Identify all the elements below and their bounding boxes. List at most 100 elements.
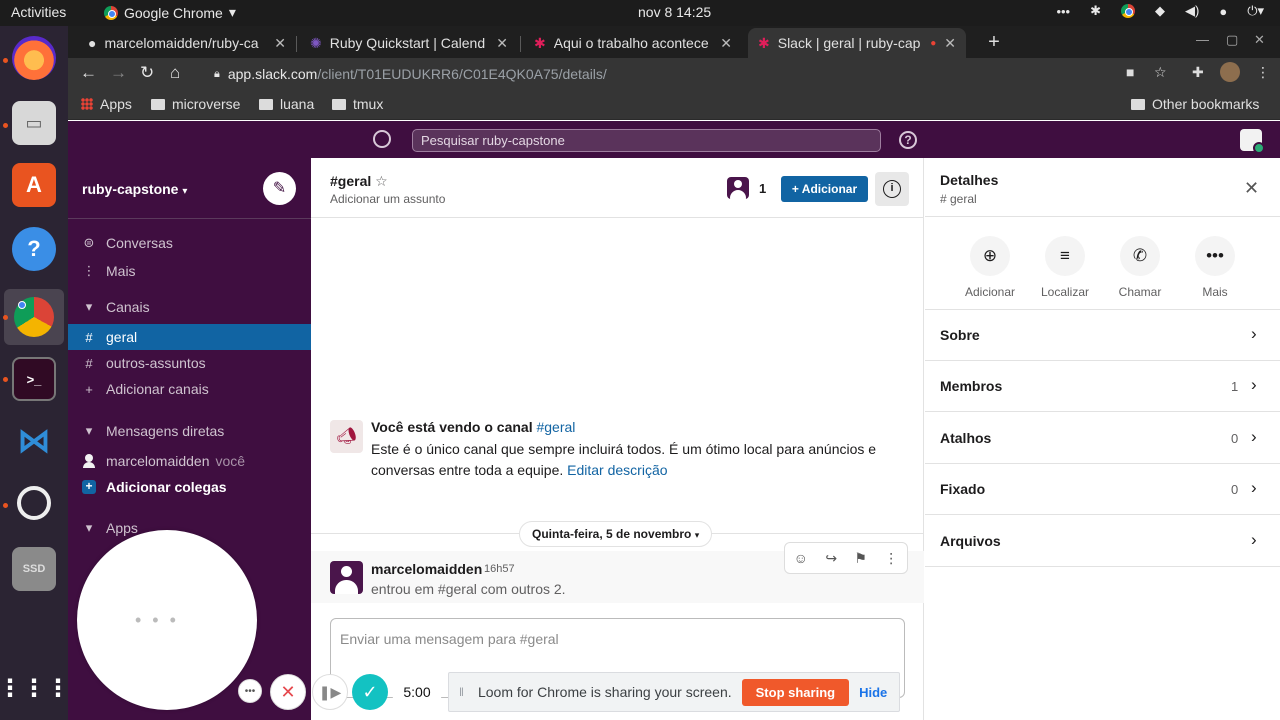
terminal-icon[interactable]: >_ <box>12 357 56 401</box>
sidebar-item-outros-assuntos[interactable]: # outros-assuntos <box>68 350 311 376</box>
activities-button[interactable]: Activities <box>11 4 66 20</box>
help-icon[interactable]: ? <box>12 227 56 271</box>
more-actions-icon[interactable]: ⋮ <box>884 550 898 567</box>
chrome-menu-icon[interactable]: ⋮ <box>1256 64 1270 81</box>
edit-description-link[interactable]: Editar descrição <box>567 462 667 478</box>
obs-icon[interactable] <box>12 481 56 525</box>
home-icon[interactable]: ⌂ <box>170 63 180 83</box>
sidebar-item-conversas[interactable]: ⊜ Conversas <box>68 230 311 256</box>
sidebar-item-mais[interactable]: ⋮ Mais <box>68 258 311 284</box>
files-icon[interactable]: ▭ <box>12 101 56 145</box>
channels-section-header[interactable]: ▾ Canais <box>68 294 311 320</box>
details-action-add[interactable]: ⊕ Adicionar <box>955 236 1025 299</box>
details-action-call[interactable]: ✆ Chamar <box>1105 236 1175 299</box>
show-apps-icon[interactable]: ⋮⋮⋮ <box>0 666 70 710</box>
clock[interactable]: nov 8 14:25 <box>638 4 711 20</box>
more-icon[interactable]: ••• <box>1056 4 1070 19</box>
intro-channel-link[interactable]: #geral <box>536 419 575 435</box>
help-icon[interactable]: ? <box>899 131 917 149</box>
channel-name[interactable]: #geral ☆ <box>330 173 388 190</box>
reload-icon[interactable]: ↻ <box>140 63 154 83</box>
vscode-icon[interactable]: ⋈ <box>12 419 56 463</box>
share-icon[interactable]: ↪ <box>825 550 837 567</box>
software-center-icon[interactable]: A <box>12 163 56 207</box>
profile-avatar[interactable] <box>1220 62 1240 85</box>
bookmark-luana[interactable]: luana <box>259 96 314 112</box>
tab-slack-landing[interactable]: ✱ Aqui o trabalho acontece ✕ <box>524 28 742 58</box>
message-author[interactable]: marcelomaidden <box>371 561 482 577</box>
workspace-menu[interactable]: ruby-capstone ▾ <box>82 181 187 197</box>
volume-icon[interactable]: ◀) <box>1185 3 1199 19</box>
history-icon[interactable] <box>373 130 391 148</box>
camera-icon[interactable]: ■ <box>1126 64 1134 80</box>
loom-more-button[interactable]: ••• <box>238 679 262 703</box>
close-icon[interactable]: ✕ <box>496 35 508 52</box>
minimize-icon[interactable]: — <box>1196 32 1209 47</box>
loom-finish-button[interactable]: ✓ <box>352 674 388 710</box>
section-label: Canais <box>106 299 150 315</box>
details-row-fixado[interactable]: Fixado 0 › <box>925 464 1280 515</box>
slack-tray-icon[interactable]: ✱ <box>1090 3 1101 19</box>
back-icon[interactable]: ← <box>80 63 97 83</box>
system-tray[interactable]: ••• ✱ ◆ ◀) ● ⏻▾ <box>1056 3 1264 19</box>
user-avatar[interactable] <box>1240 129 1265 154</box>
sidebar-item-geral[interactable]: # geral <box>68 324 311 350</box>
day-divider-button[interactable]: Quinta-feira, 5 de novembro ▾ <box>519 521 713 547</box>
tab-ruby-quickstart[interactable]: ✺ Ruby Quickstart | Calend ✕ <box>300 28 518 58</box>
details-row-sobre[interactable]: Sobre › <box>925 310 1280 361</box>
address-bar[interactable]: 🔒︎ app.slack.com/client/T01EUDUKRR6/C01E… <box>214 61 1134 87</box>
power-icon[interactable]: ⏻▾ <box>1247 3 1264 19</box>
avatar[interactable] <box>330 561 363 594</box>
close-icon[interactable]: ✕ <box>720 35 732 52</box>
loom-pause-button[interactable]: ❚▶ <box>312 674 348 710</box>
app-menu[interactable]: Google Chrome ▾ <box>104 4 236 21</box>
details-action-more[interactable]: ••• Mais <box>1180 236 1250 299</box>
loom-camera-bubble[interactable]: • • • <box>77 530 257 710</box>
ssd-drive-icon[interactable]: SSD <box>12 547 56 591</box>
details-row-membros[interactable]: Membros 1 › <box>925 361 1280 412</box>
compose-button[interactable]: ✎ <box>263 172 296 205</box>
github-icon: ● <box>88 35 97 51</box>
new-tab-button[interactable]: + <box>982 31 1006 55</box>
members-button[interactable]: 1 <box>727 177 766 199</box>
close-icon[interactable]: ✕ <box>274 35 286 52</box>
close-window-icon[interactable]: ✕ <box>1254 32 1265 48</box>
hide-button[interactable]: Hide <box>859 685 887 700</box>
bookmark-tmux[interactable]: tmux <box>332 96 383 112</box>
add-members-button[interactable]: + Adicionar <box>781 176 868 202</box>
drag-handle-icon[interactable]: ‖ <box>459 685 464 699</box>
other-bookmarks[interactable]: Other bookmarks <box>1131 96 1259 112</box>
bookmark-microverse[interactable]: microverse <box>151 96 240 112</box>
bookmark-star-icon[interactable]: ☆ <box>1154 64 1167 81</box>
wifi-icon[interactable]: ◆ <box>1155 3 1165 19</box>
bookmark-icon[interactable]: ⚑ <box>854 550 867 567</box>
add-channels-button[interactable]: + Adicionar canais <box>68 376 311 402</box>
details-row-atalhos[interactable]: Atalhos 0 › <box>925 413 1280 464</box>
tab-slack-geral[interactable]: ✱ Slack | geral | ruby-cap ● ✕ <box>748 28 966 58</box>
channel-details-button[interactable]: i <box>875 172 909 206</box>
close-icon[interactable]: ✕ <box>944 35 956 52</box>
add-reaction-icon[interactable]: ☺ <box>794 550 808 566</box>
details-action-find[interactable]: ≡ Localizar <box>1030 236 1100 299</box>
close-icon[interactable]: ✕ <box>1244 178 1259 199</box>
chrome-dock-icon[interactable] <box>4 289 64 345</box>
bookmark-apps[interactable]: Apps <box>81 96 132 112</box>
channel-topic[interactable]: Adicionar um assunto <box>330 192 445 206</box>
dm-section-header[interactable]: ▾ Mensagens diretas <box>68 418 311 444</box>
message-timestamp[interactable]: 16h57 <box>484 563 515 575</box>
sidebar-item-dm-self[interactable]: marcelomaidden você <box>68 448 311 474</box>
microphone-icon[interactable]: ● <box>1219 4 1227 19</box>
add-colleagues-button[interactable]: + Adicionar colegas <box>68 474 311 500</box>
star-icon[interactable]: ☆ <box>375 173 388 189</box>
row-count: 1 <box>1231 379 1239 394</box>
firefox-icon[interactable] <box>12 36 56 80</box>
maximize-icon[interactable]: ▢ <box>1226 32 1238 48</box>
loom-cancel-button[interactable]: ✕ <box>270 674 306 710</box>
extensions-icon[interactable]: ✚ <box>1192 64 1204 81</box>
search-input[interactable]: Pesquisar ruby-capstone <box>412 129 881 152</box>
tab-github[interactable]: ● marcelomaidden/ruby-ca ✕ <box>78 28 296 58</box>
details-row-arquivos[interactable]: Arquivos › <box>925 516 1280 567</box>
chrome-tray-icon[interactable] <box>1121 4 1135 18</box>
forward-icon[interactable]: → <box>110 63 127 83</box>
stop-sharing-button[interactable]: Stop sharing <box>741 678 850 706</box>
